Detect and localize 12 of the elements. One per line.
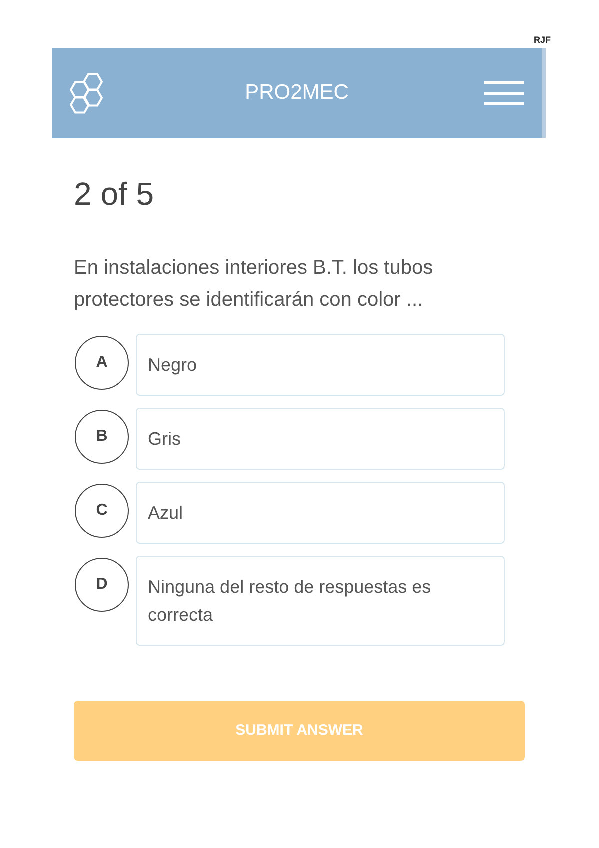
option-letter: B bbox=[75, 410, 129, 464]
answer-option[interactable]: Gris bbox=[136, 408, 505, 470]
menu-button[interactable] bbox=[484, 79, 524, 107]
answer-option[interactable]: Ninguna del resto de respuestas es correcta bbox=[136, 556, 505, 646]
answer-option[interactable]: Negro bbox=[136, 334, 505, 396]
corner-note: RJF bbox=[534, 36, 551, 47]
answer-option[interactable]: Azul bbox=[136, 482, 505, 544]
app-title: PRO2MEC bbox=[245, 80, 349, 106]
question-text: En instalaciones interiores B.T. los tubos protectores se identificarán con color ... bbox=[74, 256, 434, 313]
option-letter: A bbox=[75, 336, 129, 390]
option-letter: D bbox=[75, 558, 129, 612]
option-letter: C bbox=[75, 484, 129, 538]
